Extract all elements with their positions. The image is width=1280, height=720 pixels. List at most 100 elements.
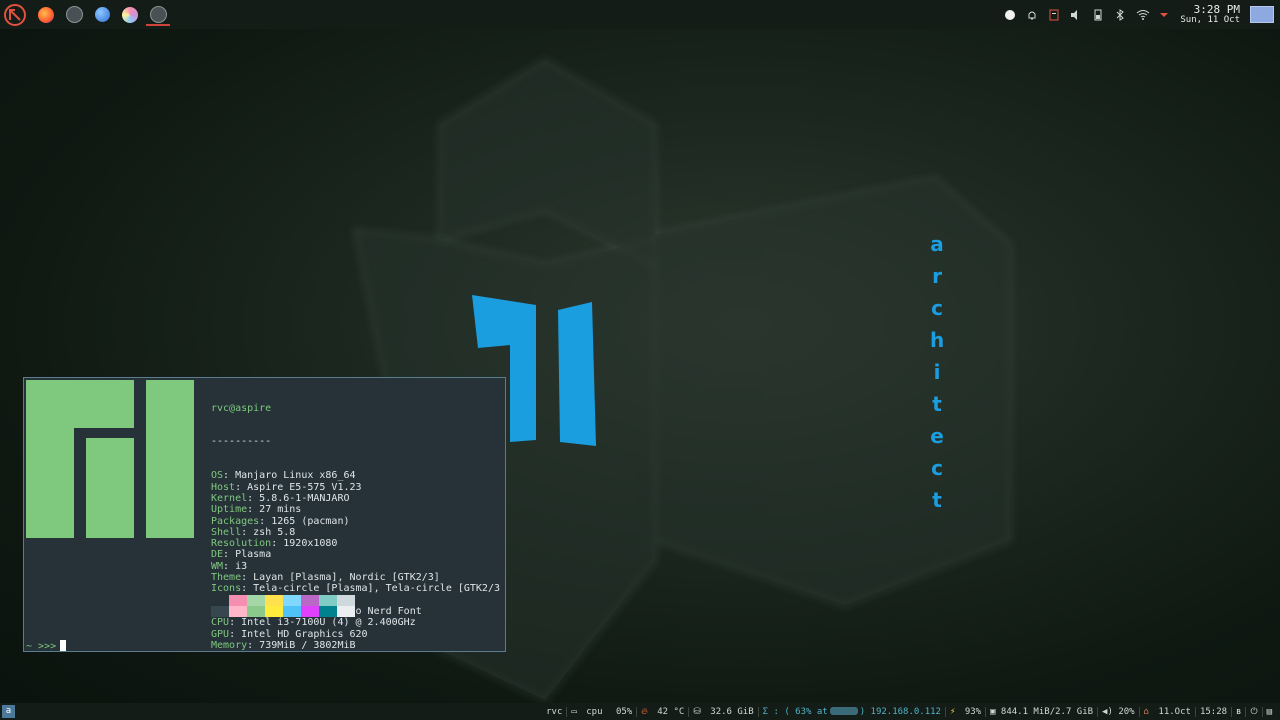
volume-block[interactable]: ◀) 20% [1097,706,1139,717]
wallpaper-letter: t [932,488,942,512]
info-line: Uptime: 27 mins [211,504,500,515]
info-value: 27 mins [259,504,302,516]
info-colon: : [223,560,236,572]
memory-value: 844.1 MiB/2.7 GiB [1000,706,1094,717]
info-value: Layan [Plasma], Nordic [GTK2/3] [253,572,440,584]
info-value: i3 [235,560,248,572]
taskbar-item-firefox[interactable] [32,0,60,29]
color-swatch [211,606,229,617]
info-label: WM [211,560,224,572]
application-launcher-icon[interactable] [4,3,26,26]
info-value: zsh 5.8 [253,526,296,538]
color-swatch [337,595,355,606]
disk-value: 32.6 GiB [710,706,754,717]
date-block: ⌂ 11.Oct [1138,706,1195,717]
info-value: 739MiB / 3802MiB [259,639,356,651]
info-label: Resolution [211,538,272,550]
info-label: DE [211,549,224,561]
cpu-block: ▭ cpu 05% [566,706,636,717]
top-panel: 3:28 PM Sun, 11 Oct [0,0,1280,29]
info-colon: : [271,538,284,550]
color-swatch [211,595,229,606]
clock-date: Sun, 11 Oct [1180,14,1240,25]
taskbar-item-color[interactable] [116,0,144,29]
desktop-pager[interactable] [1250,6,1274,23]
color-swatch [301,606,319,617]
info-value: Intel i3-7100U (4) @ 2.400GHz [241,617,416,629]
info-value: Aspire E5-575 V1.23 [247,481,362,493]
info-line: Icons: Tela-circle [Plasma], Tela-circle… [211,583,500,594]
info-colon: : [241,572,254,584]
info-line: WM: i3 [211,561,500,572]
power-icon[interactable]: ⏻ [1245,706,1261,717]
info-label: CPU [211,617,230,629]
user-label: rvc [546,706,563,717]
text-cursor [60,640,67,651]
lock-icon[interactable]: ▤ [1261,706,1276,717]
color-swatch [283,595,301,606]
taskbar-item-app[interactable] [60,0,88,29]
clipboard-icon[interactable] [1048,9,1060,21]
info-line: Shell: zsh 5.8 [211,527,500,538]
terminal-icon [149,6,167,23]
volume-icon[interactable] [1070,9,1082,21]
info-colon: : [241,526,254,538]
app-icon [65,6,83,23]
redacted-ssid [829,707,858,715]
color-swatch [247,606,265,617]
record-icon[interactable] [1004,9,1016,21]
info-colon: : [235,481,248,493]
info-line: DE: Plasma [211,549,500,560]
info-colon: : [229,628,242,640]
time-value: 15:28 [1194,706,1231,717]
battery-icon[interactable] [1092,9,1104,21]
network-suffix: ) 192.168.0.112 [859,706,941,717]
info-colon: : [241,583,254,595]
bluetooth-status-icon[interactable]: ʙ [1231,706,1245,717]
info-label: Host [211,481,236,493]
info-value: 1265 (pacman) [271,515,350,527]
color-swatch [319,606,337,617]
bluetooth-icon[interactable] [1114,8,1126,21]
clock-time: 3:28 PM [1193,2,1240,16]
info-value: Tela-circle [Plasma], Tela-circle [GTK2/… [253,583,500,595]
disk-icon: ⛁ [693,706,701,717]
speaker-icon: ◀) [1102,706,1113,717]
system-tray: 3:28 PM Sun, 11 Oct [1004,4,1280,26]
color-swatch [337,606,355,617]
expand-icon[interactable] [1158,9,1170,21]
clock[interactable]: 3:28 PM Sun, 11 Oct [1180,4,1240,26]
info-label: Uptime [211,504,248,516]
volume-value: 20% [1118,706,1135,717]
taskbar-item-browser[interactable] [88,0,116,29]
info-colon: : [247,639,260,651]
wallpaper-letter: c [931,456,943,480]
lightning-icon: ⚡ [949,706,956,717]
browser-icon [94,7,110,22]
wallpaper-letter: t [932,392,942,416]
info-colon: : [223,470,236,482]
wallpaper-letter: r [932,264,942,288]
info-line: CPU: Intel i3-7100U (4) @ 2.400GHz [211,617,500,628]
wallpaper-letter: i [933,360,941,384]
firefox-icon [38,6,54,23]
info-colon: : [247,504,260,516]
color-swatch [301,595,319,606]
info-label: Icons [211,583,242,595]
info-line: GPU: Intel HD Graphics 620 [211,629,500,640]
info-colon: : [229,617,242,629]
workspace-button[interactable]: a [2,705,15,718]
disk-block: ⛁ 32.6 GiB [688,706,757,717]
terminal-prompt[interactable]: ~ >>> [26,640,67,652]
info-line: Host: Aspire E5-575 V1.23 [211,482,500,493]
wifi-icon[interactable] [1136,9,1150,21]
network-prefix: Σ : ( 63% at [762,706,828,717]
terminal-window[interactable]: rvc@aspire ---------- OS: Manjaro Linux … [23,377,506,652]
bell-icon[interactable] [1026,9,1038,21]
info-label: Memory [211,639,248,651]
wallpaper-letter: c [931,296,943,320]
color-wheel-icon [122,6,138,23]
battery-value: 93% [964,706,982,717]
memory-block: ▣ 844.1 MiB/2.7 GiB [985,706,1097,717]
taskbar-item-terminal[interactable] [144,0,172,29]
